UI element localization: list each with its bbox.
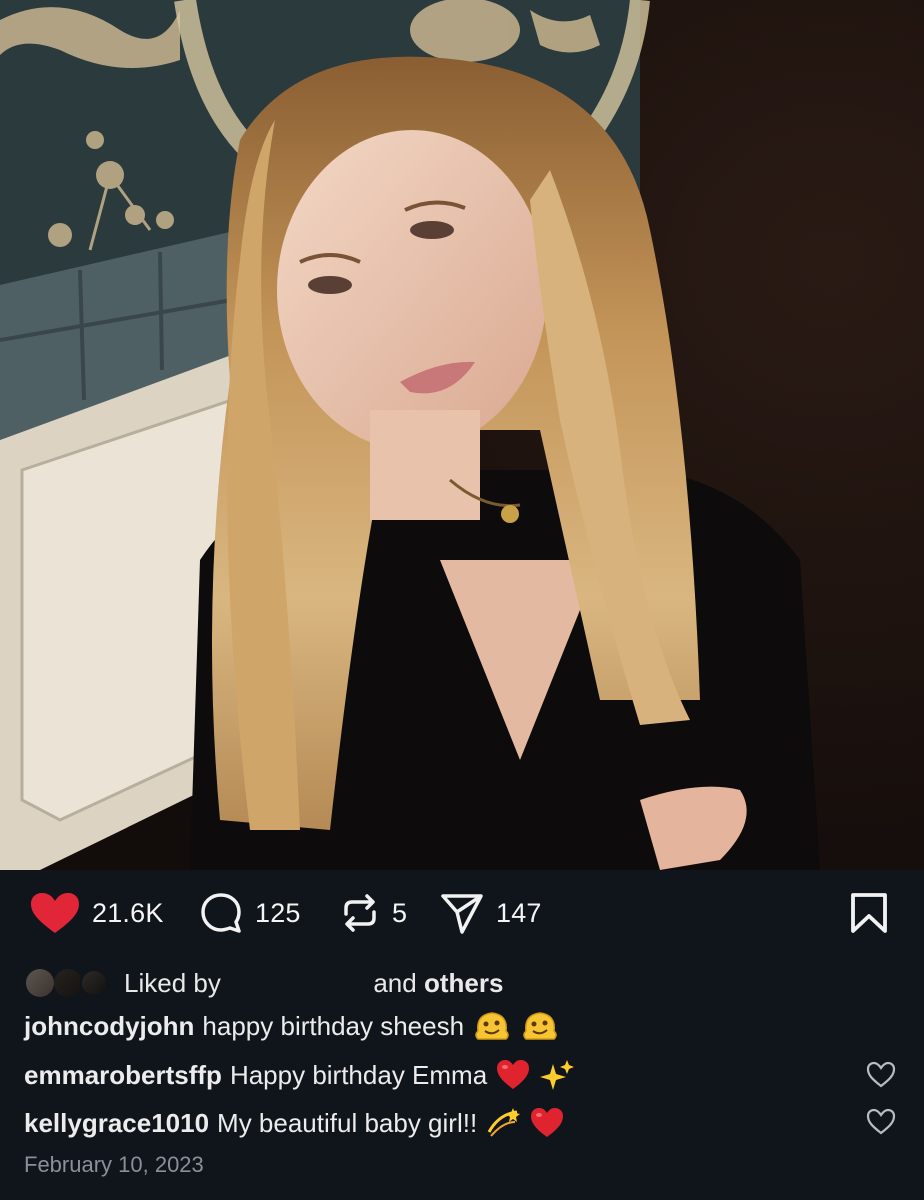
melting-face-icon (472, 1009, 512, 1043)
liked-by-avatars (24, 967, 120, 999)
comment-text: My beautiful baby girl!! (217, 1107, 478, 1138)
comment-item: kellygrace1010 My beautiful baby girl!! (24, 1102, 864, 1144)
liked-by-row[interactable]: Liked by and others (24, 962, 904, 1004)
comment-username[interactable]: kellygrace1010 (24, 1108, 209, 1139)
red-heart-icon (495, 1059, 531, 1091)
comment-username[interactable]: johncodyjohn (24, 1011, 194, 1042)
comment-like-button[interactable] (866, 1061, 896, 1091)
melting-face-icon (520, 1009, 560, 1043)
avatar (26, 969, 54, 997)
save-button[interactable] (848, 892, 890, 934)
comment-item: emmarobertsffp Happy birthday Emma (24, 1054, 864, 1096)
bookmark-icon (848, 892, 890, 934)
dizzy-icon (485, 1106, 521, 1140)
comment-item: johncodyjohn happy birthday sheesh (24, 1005, 864, 1047)
post-photo[interactable] (0, 0, 924, 870)
share-count: 147 (496, 897, 542, 928)
like-count: 21.6K (92, 897, 164, 928)
liked-by-prefix: Liked by (124, 967, 221, 998)
repost-button[interactable]: 5 (340, 892, 407, 934)
avatar (80, 969, 108, 997)
post-photo-illustration (0, 0, 924, 870)
share-button[interactable]: 147 (440, 892, 542, 934)
comment-like-button[interactable] (866, 1108, 896, 1138)
comment-count: 125 (255, 897, 301, 928)
post-action-bar: 21.6K 125 5 147 (0, 870, 924, 956)
comment-text: happy birthday sheesh (202, 1010, 465, 1041)
like-button[interactable]: 21.6K (30, 892, 164, 934)
repost-arrows-icon (340, 892, 380, 934)
sparkles-icon (539, 1058, 575, 1092)
liked-by-others[interactable]: others (424, 968, 503, 998)
liked-by-and: and (373, 967, 417, 998)
comment-username[interactable]: emmarobertsffp (24, 1060, 222, 1091)
comment-text: Happy birthday Emma (229, 1059, 488, 1090)
heart-outline-icon (866, 1061, 896, 1093)
post-date: February 10, 2023 (24, 1152, 204, 1177)
heart-outline-icon (866, 1108, 896, 1140)
repost-count: 5 (392, 897, 408, 928)
comment-button[interactable]: 125 (199, 892, 301, 934)
red-heart-icon (529, 1107, 565, 1139)
avatar (54, 969, 82, 997)
heart-filled-icon (30, 892, 80, 934)
speech-bubble-icon (199, 892, 243, 934)
paper-plane-icon (440, 892, 484, 934)
liked-by-text: Liked by and others (124, 968, 503, 999)
